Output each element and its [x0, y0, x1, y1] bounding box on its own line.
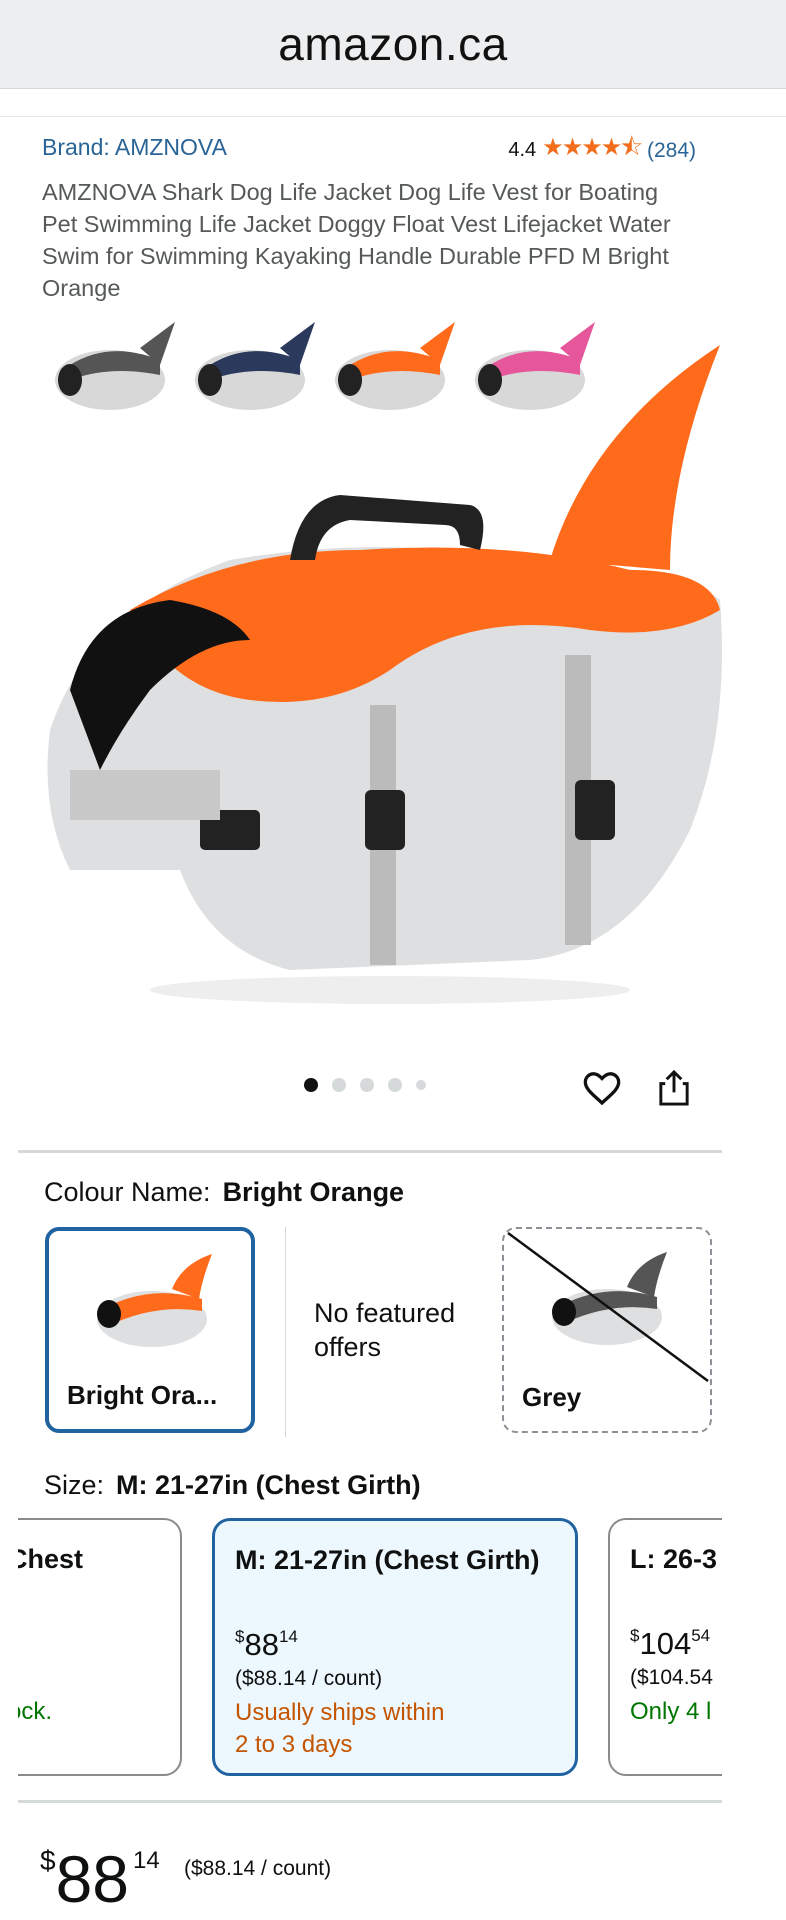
colour-name-label: Colour Name: Bright Orange [44, 1177, 404, 1208]
currency-symbol: $ [40, 1845, 56, 1876]
browser-address-bar[interactable]: amazon.ca [0, 0, 786, 89]
selected-size: M: 21-27in (Chest Girth) [116, 1470, 421, 1500]
price-whole: 88 [55, 1842, 129, 1916]
colour-swatch-bright-orange[interactable]: Bright Ora... [45, 1227, 255, 1433]
size-card-availability: Usually ships within 2 to 3 days [235, 1697, 444, 1761]
product-image[interactable] [30, 310, 730, 1030]
swatch-divider [285, 1227, 286, 1437]
rating-value: 4.4 [508, 139, 537, 161]
variant-thumbnails-image [55, 322, 595, 410]
colour-swatch-grey[interactable]: Grey [502, 1227, 712, 1433]
size-card-l[interactable]: L: 26-3 $10454 ($104.54 Only 4 l [608, 1518, 722, 1776]
size-card-price: $8814 [235, 1627, 298, 1663]
size-card-title: L: 26-3 [630, 1544, 718, 1574]
section-divider [18, 1150, 722, 1153]
price-whole: 104 [639, 1626, 692, 1661]
product-title: AMZNOVA Shark Dog Life Jacket Dog Life V… [42, 179, 671, 301]
availability-line: Usually ships within [235, 1699, 445, 1726]
section-divider [18, 1800, 722, 1803]
domain-text: amazon.ca [278, 18, 508, 70]
size-card-m[interactable]: M: 21-27in (Chest Girth) $8814 ($88.14 /… [212, 1518, 578, 1776]
size-card-s[interactable]: Chest ock. [18, 1518, 182, 1776]
header-divider [0, 116, 786, 117]
size-card-unit-price: ($88.14 / count) [235, 1667, 383, 1690]
life-jacket-main-image [47, 345, 722, 1004]
size-label: Size: M: 21-27in (Chest Girth) [44, 1470, 421, 1501]
size-card-title: M: 21-27in (Chest Girth) [235, 1545, 540, 1575]
selected-colour: Bright Orange [222, 1177, 405, 1207]
rating-count: (284) [646, 138, 696, 162]
price-whole: 88 [244, 1627, 279, 1662]
pagination-dot[interactable] [388, 1078, 402, 1092]
price-cents: 14 [133, 1847, 160, 1874]
size-cards-carousel[interactable]: Chest ock. M: 21-27in (Chest Girth) $881… [18, 1510, 722, 1790]
no-featured-offers-text: No featured offers [314, 1298, 456, 1362]
share-icon [659, 1069, 689, 1106]
rating-summary[interactable]: 4.4 ★★★★⯪ (284) [508, 130, 696, 171]
brand-link[interactable]: Brand: AMZNOVA [42, 134, 227, 161]
price-per-unit: ($88.14 / count) [184, 1857, 332, 1880]
availability-line: 2 to 3 days [235, 1731, 353, 1758]
wishlist-button[interactable] [580, 1066, 624, 1110]
rating-stars-icon: ★★★★⯪ [542, 134, 643, 161]
size-card-title: Chest [18, 1544, 84, 1574]
size-card-unit-price: ($104.54 [630, 1666, 713, 1689]
image-pagination[interactable] [304, 1078, 426, 1092]
heart-icon [583, 1072, 621, 1106]
main-price: $88 14 [40, 1826, 160, 1914]
price-cents: 14 [278, 1627, 298, 1646]
price-cents: 54 [691, 1626, 711, 1645]
colour-label-text: Colour Name: [44, 1177, 211, 1207]
share-button[interactable] [652, 1066, 696, 1110]
size-label-text: Size: [44, 1470, 105, 1500]
size-card-availability: Only 4 l [630, 1698, 712, 1725]
pagination-dot[interactable] [304, 1078, 318, 1092]
pagination-dot[interactable] [416, 1080, 426, 1090]
size-card-price: $10454 [630, 1626, 710, 1662]
swatch-label: Grey [522, 1382, 582, 1412]
pagination-dot[interactable] [360, 1078, 374, 1092]
size-card-availability: ock. [18, 1698, 53, 1725]
swatch-label: Bright Ora... [67, 1380, 218, 1410]
pagination-dot[interactable] [332, 1078, 346, 1092]
orange-vest-thumbnail-image [97, 1254, 212, 1347]
